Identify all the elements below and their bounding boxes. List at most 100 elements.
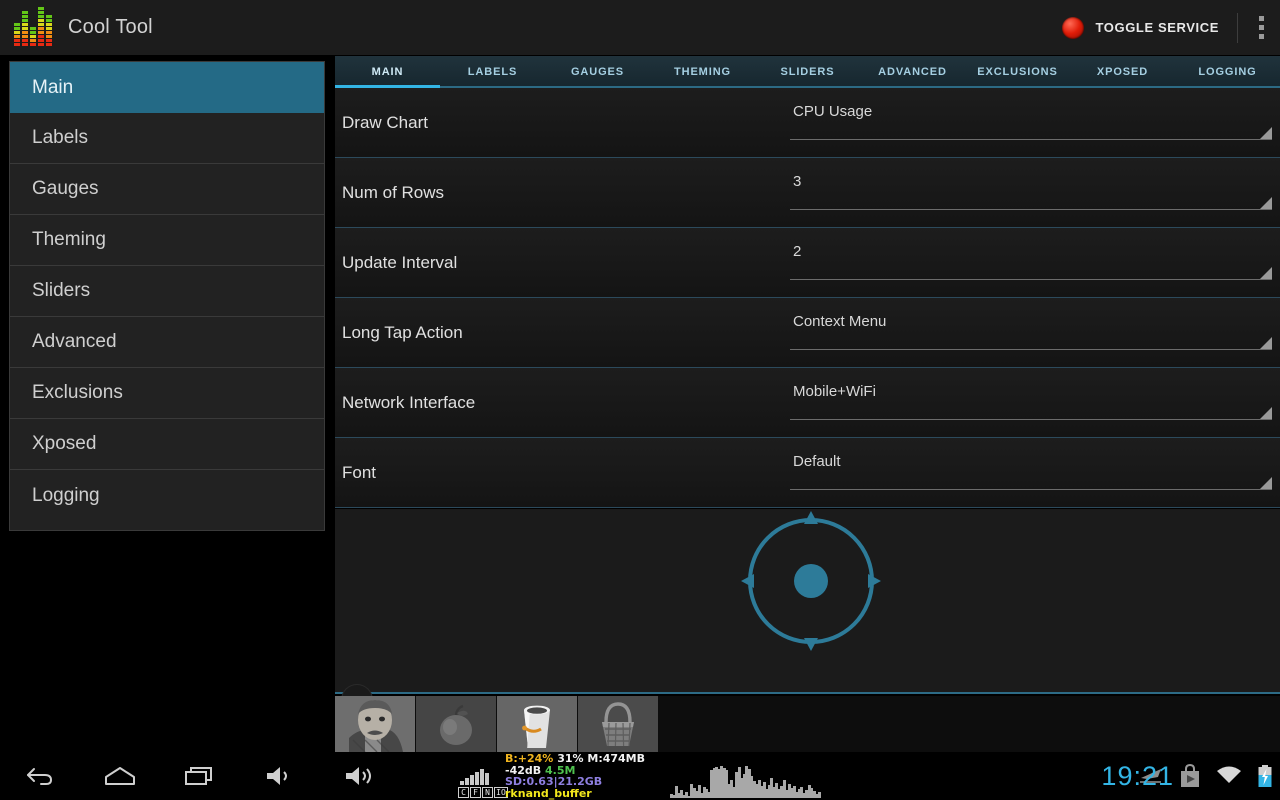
logo-bar <box>38 7 44 47</box>
setting-spinner[interactable]: Default <box>790 450 1272 496</box>
sysmon-readout: B:+24% 31% M:474MB -42dB 4.5M SD:0.63|21… <box>505 753 645 799</box>
setting-value: CPU Usage <box>793 103 872 120</box>
service-status-led-icon <box>1062 17 1084 39</box>
mini-bar <box>470 775 474 785</box>
android-tablet-screen: Cool Tool TOGGLE SERVICE MAINLABELSGAUGE… <box>0 0 1280 800</box>
setting-value: Mobile+WiFi <box>793 383 876 400</box>
mini-label-f: F <box>470 787 481 798</box>
app-action-bar: Cool Tool TOGGLE SERVICE <box>0 0 1280 56</box>
setting-spinner[interactable]: 2 <box>790 240 1272 286</box>
mini-bar <box>460 781 464 785</box>
setting-label: Num of Rows <box>335 183 790 203</box>
mini-label-n: N <box>482 787 493 798</box>
spinner-dropdown-icon <box>1260 477 1272 489</box>
setting-value: Context Menu <box>793 313 886 330</box>
logo-bar <box>30 27 36 47</box>
tab-main[interactable]: MAIN <box>335 56 440 88</box>
sysmon-mini-chart: CFNIO <box>458 768 504 798</box>
mini-bar <box>485 773 489 785</box>
list-item[interactable] <box>416 696 496 752</box>
logo-bar <box>22 11 28 47</box>
tab-sliders[interactable]: SLIDERS <box>755 56 860 88</box>
sidebar-item-main[interactable]: Main <box>10 62 324 113</box>
tab-exclusions[interactable]: EXCLUSIONS <box>965 56 1070 88</box>
apple-thumbnail-icon <box>416 696 496 752</box>
sidebar-item-exclusions[interactable]: Exclusions <box>10 368 324 419</box>
battery-charging-icon[interactable] <box>1257 764 1273 788</box>
sidebar-item-gauges[interactable]: Gauges <box>10 164 324 215</box>
mini-bar <box>465 778 469 785</box>
tab-labels[interactable]: LABELS <box>440 56 545 88</box>
tab-advanced[interactable]: ADVANCED <box>860 56 965 88</box>
spinner-underline <box>790 349 1272 350</box>
sidebar-item-xposed[interactable]: Xposed <box>10 419 324 470</box>
toggle-service-button[interactable]: TOGGLE SERVICE <box>1048 0 1233 55</box>
statusbar-clock: 19:21 <box>1101 761 1174 792</box>
basket-thumbnail-icon <box>578 696 658 752</box>
tab-logging[interactable]: LOGGING <box>1175 56 1280 88</box>
tab-bar: MAINLABELSGAUGESTHEMINGSLIDERSADVANCEDEX… <box>335 56 1280 88</box>
spinner-dropdown-icon <box>1260 127 1272 139</box>
setting-label: Font <box>335 463 790 483</box>
setting-value: 2 <box>793 243 801 260</box>
spinner-underline <box>790 489 1272 490</box>
recents-icon[interactable] <box>160 752 240 800</box>
table-row: Num of Rows3 <box>335 158 1280 228</box>
sidebar-item-advanced[interactable]: Advanced <box>10 317 324 368</box>
sidebar-nav: MainLabelsGaugesThemingSlidersAdvancedEx… <box>9 61 325 531</box>
spinner-underline <box>790 279 1272 280</box>
setting-value: Default <box>793 453 841 470</box>
appbar-actions: TOGGLE SERVICE <box>1048 0 1280 55</box>
list-item[interactable] <box>497 696 577 752</box>
setting-label: Update Interval <box>335 253 790 273</box>
memory-readout: M:474MB <box>587 752 645 765</box>
volume-up-icon[interactable] <box>320 752 400 800</box>
recent-thumbnails-dock <box>335 696 1280 752</box>
preview-area <box>335 509 1280 694</box>
sidebar-item-labels[interactable]: Labels <box>10 113 324 164</box>
table-row: Network InterfaceMobile+WiFi <box>335 368 1280 438</box>
spinner-underline <box>790 139 1272 140</box>
tab-gauges[interactable]: GAUGES <box>545 56 650 88</box>
volume-down-icon[interactable] <box>240 752 320 800</box>
sidebar-item-sliders[interactable]: Sliders <box>10 266 324 317</box>
touch-pointer-radial-icon <box>731 501 891 661</box>
system-monitor-overlay: CFNIO B:+24% 31% M:474MB -42dB 4.5M SD:0… <box>455 752 695 800</box>
setting-spinner[interactable]: CPU Usage <box>790 100 1272 146</box>
mini-label-c: C <box>458 787 469 798</box>
logo-bar <box>14 23 20 47</box>
logo-bar <box>46 15 52 47</box>
spinner-underline <box>790 419 1272 420</box>
list-item[interactable] <box>578 696 658 752</box>
back-icon[interactable] <box>0 752 80 800</box>
waveform-bar <box>818 792 821 798</box>
settings-list: Draw ChartCPU UsageNum of Rows3Update In… <box>335 88 1280 508</box>
sidebar-item-theming[interactable]: Theming <box>10 215 324 266</box>
table-row: Long Tap ActionContext Menu <box>335 298 1280 368</box>
overflow-menu-icon[interactable] <box>1242 0 1280 55</box>
tab-theming[interactable]: THEMING <box>650 56 755 88</box>
mini-bar <box>480 769 484 785</box>
table-row: Draw ChartCPU Usage <box>335 88 1280 158</box>
setting-spinner[interactable]: Context Menu <box>790 310 1272 356</box>
setting-label: Long Tap Action <box>335 323 790 343</box>
spinner-dropdown-icon <box>1260 267 1272 279</box>
process-readout: rknand_buffer <box>505 788 645 800</box>
setting-label: Draw Chart <box>335 113 790 133</box>
setting-value: 3 <box>793 173 801 190</box>
home-icon[interactable] <box>80 752 160 800</box>
sysmon-waveform-chart <box>670 752 820 800</box>
bucket-thumbnail-icon <box>497 696 577 752</box>
spinner-dropdown-icon <box>1260 407 1272 419</box>
spinner-dropdown-icon <box>1260 197 1272 209</box>
table-row: Update Interval2 <box>335 228 1280 298</box>
wifi-icon[interactable] <box>1215 765 1243 787</box>
setting-label: Network Interface <box>335 393 790 413</box>
setting-spinner[interactable]: Mobile+WiFi <box>790 380 1272 426</box>
tab-xposed[interactable]: XPOSED <box>1070 56 1175 88</box>
list-item[interactable] <box>335 696 415 752</box>
appbar-divider <box>1237 13 1238 43</box>
sidebar-item-logging[interactable]: Logging <box>10 470 324 521</box>
setting-spinner[interactable]: 3 <box>790 170 1272 216</box>
equalizer-logo-icon <box>14 9 54 47</box>
